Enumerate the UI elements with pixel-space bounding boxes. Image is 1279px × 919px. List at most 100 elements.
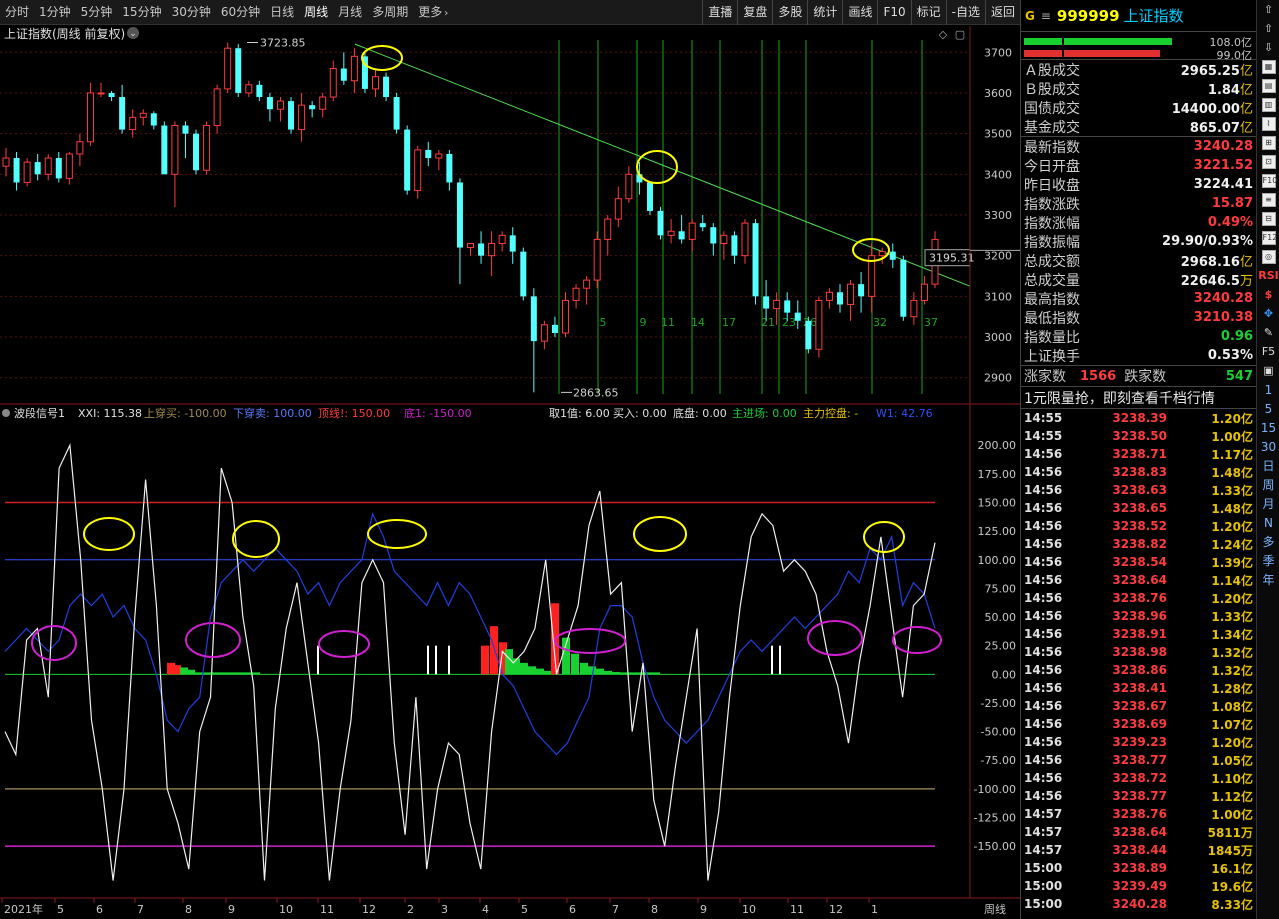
- menu-button-3[interactable]: 统计: [807, 0, 842, 25]
- tick-list[interactable]: 14:55 3238.39 1.20亿 14:55 3238.50 1.00亿 14:56 3…: [1021, 409, 1256, 913]
- period-tab-9[interactable]: 多周期: [367, 0, 413, 25]
- tick-time: 14:56: [1024, 627, 1063, 641]
- money-icon[interactable]: $: [1257, 285, 1279, 304]
- tick-row: 14:56 3238.64 1.14亿: [1021, 571, 1256, 589]
- tick-row: 14:56 3238.41 1.28亿: [1021, 679, 1256, 697]
- list-icon[interactable]: ▤: [1257, 76, 1279, 95]
- candle-body: [752, 223, 759, 297]
- menu-button-2[interactable]: 多股: [772, 0, 807, 25]
- indicator-axis-label: 25.00: [985, 640, 1017, 653]
- chevron-down-glyph: ⌄: [129, 29, 137, 39]
- arrow-up-icon[interactable]: ⇧: [1257, 19, 1279, 38]
- period-tab-6[interactable]: 日线: [265, 0, 299, 25]
- box-icon[interactable]: ⊡: [1257, 152, 1279, 171]
- menu-button-8[interactable]: 返回: [984, 0, 1020, 25]
- period-tab-1[interactable]: 1分钟: [34, 0, 76, 25]
- stats2-row: 指数涨跌 15.87: [1021, 194, 1256, 213]
- tick-row: 14:56 3238.76 1.20亿: [1021, 589, 1256, 607]
- candle-body: [371, 76, 379, 90]
- period-month-icon[interactable]: 月: [1257, 494, 1279, 513]
- chart-icon[interactable]: ⊞: [1257, 133, 1279, 152]
- arrow-up-icon[interactable]: ⇧: [1257, 0, 1279, 19]
- tick-price: 3238.83: [1112, 465, 1167, 479]
- menu-icon[interactable]: ≡: [1041, 9, 1051, 23]
- period-n-icon[interactable]: N: [1257, 513, 1279, 532]
- tick-volume: 16.1亿: [1211, 861, 1253, 876]
- indicator-field-2: 上穿买: -100.00: [144, 406, 227, 420]
- menu-button-7[interactable]: -自选: [945, 0, 985, 25]
- period-1-icon[interactable]: 1: [1257, 380, 1279, 399]
- candle-body: [551, 324, 558, 333]
- cycle-number: 9: [640, 316, 647, 329]
- tick-price: 3238.77: [1112, 789, 1167, 803]
- tick-time: 14:56: [1024, 465, 1063, 479]
- period-tab-3[interactable]: 15分钟: [117, 0, 166, 25]
- move-icon[interactable]: ✥: [1257, 304, 1279, 323]
- pencil-icon[interactable]: ✎: [1257, 323, 1279, 342]
- stats2-row: 最高指数 3240.28: [1021, 289, 1256, 308]
- histogram-bar: [536, 668, 544, 675]
- period-tab-10[interactable]: 更多 ›: [413, 0, 453, 26]
- period-year-icon[interactable]: 年: [1257, 570, 1279, 589]
- tick-row: 14:56 3238.86 1.32亿: [1021, 661, 1256, 679]
- time-axis-label: 12: [829, 903, 843, 916]
- candle-body: [329, 68, 337, 98]
- cycle-number: 23: [782, 316, 796, 329]
- tick-time: 15:00: [1024, 861, 1063, 875]
- tick-volume: 5811万: [1207, 825, 1253, 840]
- period-week-icon[interactable]: 周: [1257, 475, 1279, 494]
- indicator-field-1: XXI: 115.38: [78, 407, 142, 420]
- table-icon[interactable]: ▥: [1257, 95, 1279, 114]
- indicator-axis-label: -75.00: [981, 754, 1016, 767]
- tick-row: 15:00 3239.49 19.6亿: [1021, 877, 1256, 895]
- candle-body: [150, 113, 157, 126]
- stats2-row: 总成交量 22646.5万: [1021, 270, 1256, 290]
- stats2-number: 3224.41: [1193, 177, 1253, 192]
- candle-body: [65, 153, 73, 179]
- f10-icon[interactable]: F10: [1257, 171, 1279, 190]
- target-icon[interactable]: ◎: [1257, 247, 1279, 266]
- period-multi-icon[interactable]: 多: [1257, 532, 1279, 551]
- menu-button-6[interactable]: 标记: [910, 0, 946, 25]
- chart-area[interactable]: 5911141721232632373723.852863.653195.31上…: [0, 26, 1020, 919]
- line-icon[interactable]: ⌇: [1257, 114, 1279, 133]
- period-tab-7[interactable]: 周线: [299, 0, 333, 25]
- menu-button-5[interactable]: F10: [877, 0, 910, 25]
- stats1-unit: 亿: [1239, 64, 1253, 79]
- price-axis-label: 3500: [984, 128, 1012, 141]
- period-15-icon[interactable]: 15: [1257, 418, 1279, 437]
- period-day-icon[interactable]: 日: [1257, 456, 1279, 475]
- menu-icon[interactable]: ≡: [1257, 190, 1279, 209]
- period-tab-2[interactable]: 5分钟: [76, 0, 118, 25]
- rsi-icon[interactable]: RSI: [1257, 266, 1279, 285]
- period-quarter-icon[interactable]: 季: [1257, 551, 1279, 570]
- indicator-field-9: 主进场: 0.00: [732, 406, 797, 420]
- grid-icon[interactable]: ▦: [1257, 57, 1279, 76]
- menu-button-1[interactable]: 复盘: [737, 0, 772, 25]
- menu-button-4[interactable]: 画线: [842, 0, 877, 25]
- period-tab-0[interactable]: 分时: [0, 0, 34, 25]
- menu-button-0[interactable]: 直播: [702, 0, 737, 25]
- stats2-number: 0.96: [1220, 329, 1253, 344]
- period-tab-4[interactable]: 30分钟: [167, 0, 216, 25]
- period-tabs: 分时 1分钟 5分钟 15分钟 30分钟 60分钟 日线 周线 月线 多周期 更多 ›: [0, 0, 453, 25]
- panel-icon[interactable]: ⊟: [1257, 209, 1279, 228]
- tick-row: 14:57 3238.76 1.00亿: [1021, 805, 1256, 823]
- promo-banner[interactable]: 1元限量抢，即刻查看千档行情: [1021, 387, 1256, 409]
- period-tab-8[interactable]: 月线: [333, 0, 367, 25]
- candle-body: [319, 96, 327, 110]
- window-icon: ▢: [955, 28, 965, 41]
- g-badge[interactable]: G: [1025, 9, 1035, 23]
- time-axis-label: 11: [320, 903, 334, 916]
- square-icon[interactable]: ▣: [1257, 361, 1279, 380]
- f5-icon[interactable]: F5: [1257, 342, 1279, 361]
- chart-svg[interactable]: 5911141721232632373723.852863.653195.31上…: [0, 26, 1020, 919]
- period-5-icon[interactable]: 5: [1257, 399, 1279, 418]
- period-30-icon[interactable]: 30: [1257, 437, 1279, 456]
- period-tab-5[interactable]: 60分钟: [216, 0, 265, 25]
- arrow-down-icon[interactable]: ⇩: [1257, 38, 1279, 57]
- stats1-row: Ｂ股成交 1.84亿: [1021, 79, 1256, 99]
- candle-body: [309, 105, 316, 110]
- index-code: 999999: [1056, 6, 1120, 25]
- f12-icon[interactable]: F12: [1257, 228, 1279, 247]
